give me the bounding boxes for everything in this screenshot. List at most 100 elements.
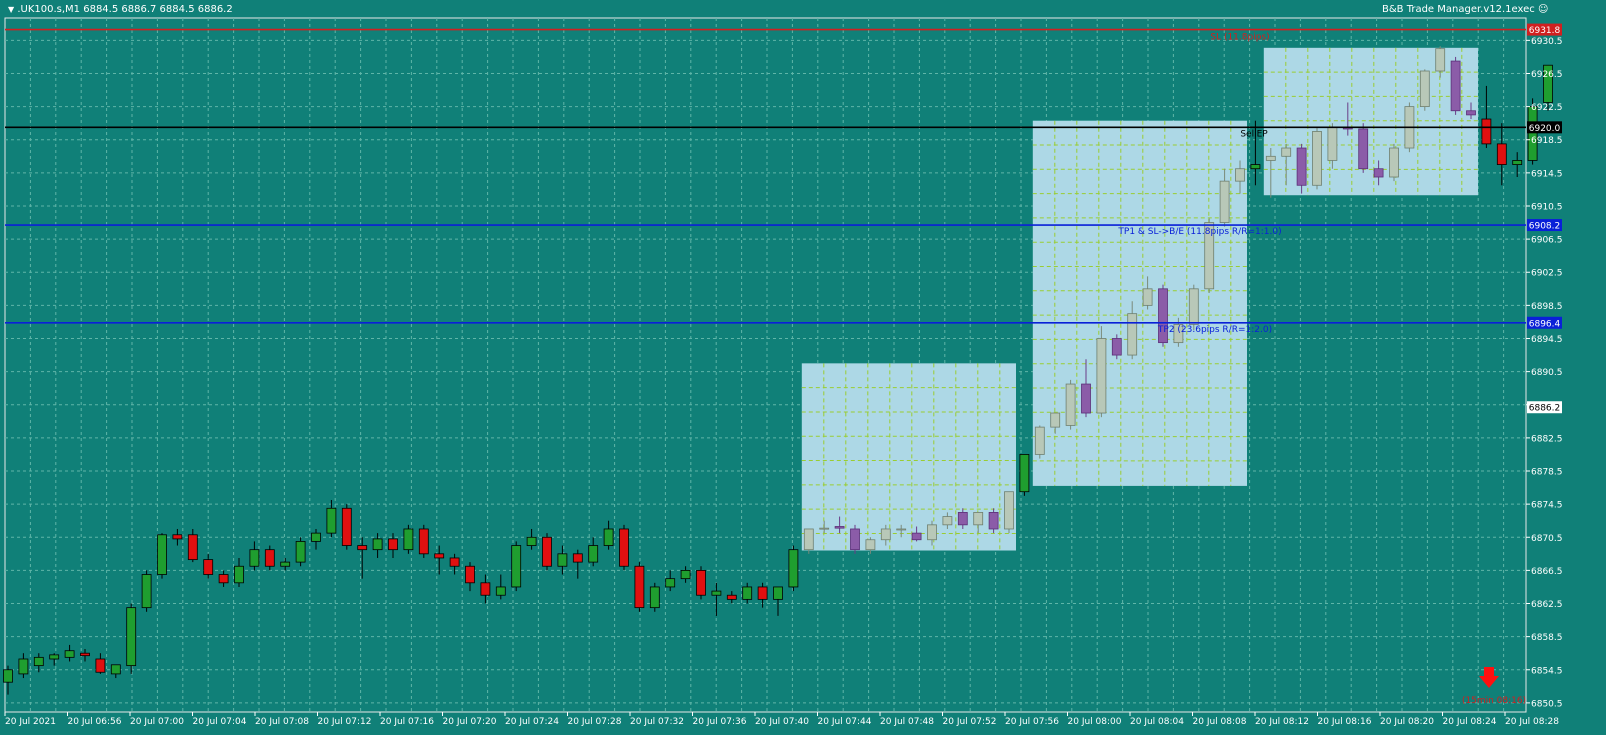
candle[interactable] [511, 541, 522, 592]
candle[interactable] [249, 541, 260, 571]
candle[interactable] [126, 603, 137, 674]
candle[interactable] [1034, 425, 1045, 459]
candle[interactable] [788, 545, 799, 592]
candle[interactable] [773, 586, 783, 616]
time-tick-label: 20 Jul 07:04 [193, 717, 247, 727]
candle[interactable] [726, 591, 737, 604]
candle[interactable] [264, 545, 275, 571]
candle[interactable] [326, 499, 337, 538]
candle[interactable] [603, 520, 614, 550]
candle[interactable] [619, 524, 629, 571]
level-tp1[interactable]: TP1 & SL->B/E (11.8pips R/R=1:1.0) 6908.2 [5, 219, 1562, 237]
candle-body [449, 557, 460, 567]
time-tick-label: 20 Jul 07:40 [755, 717, 809, 727]
candle[interactable] [434, 545, 445, 575]
candle-body [757, 586, 768, 600]
candle[interactable] [465, 562, 475, 592]
candle[interactable] [110, 664, 121, 679]
candle-body [1512, 160, 1523, 165]
level-sl[interactable]: SL (11.8pips) 6931.8 [5, 23, 1562, 43]
candle[interactable] [757, 582, 768, 608]
candle[interactable] [1019, 454, 1030, 496]
candle[interactable] [1312, 127, 1322, 190]
candle-body [742, 586, 753, 600]
candles[interactable] [3, 46, 1553, 695]
candle[interactable] [1096, 326, 1107, 418]
candle[interactable] [172, 528, 183, 546]
candle[interactable] [280, 557, 291, 571]
price-tick-label: 6922.5 [1531, 103, 1563, 113]
candle[interactable] [572, 549, 583, 579]
candle-body [295, 540, 306, 563]
candle-body [357, 545, 368, 551]
price-chart[interactable]: SL (11.8pips) 6931.8 SellEP 6920.0 TP1 & SL-… [0, 0, 1606, 756]
expert-advisor-label[interactable]: B&B Trade Manager.v12.1exec ☺ [1382, 4, 1548, 15]
level-label-entry: SellEP [1240, 129, 1268, 139]
candle[interactable] [742, 582, 753, 604]
candle[interactable] [1065, 379, 1076, 430]
candle-body [850, 528, 860, 551]
candle[interactable] [403, 524, 414, 554]
candle[interactable] [234, 557, 244, 587]
candle-body [218, 574, 229, 584]
candle[interactable] [649, 582, 660, 612]
candle[interactable] [218, 570, 229, 587]
candle[interactable] [157, 533, 167, 579]
chevron-down-icon[interactable]: ▼ [8, 5, 14, 14]
candle[interactable] [711, 582, 722, 616]
candle-body [619, 528, 629, 567]
candle[interactable] [680, 566, 691, 583]
candle[interactable] [1158, 284, 1168, 347]
candle[interactable] [1389, 143, 1399, 182]
candle[interactable] [495, 574, 506, 600]
candle[interactable] [665, 570, 676, 592]
candle[interactable] [542, 533, 552, 571]
candle[interactable] [1496, 123, 1507, 186]
candle[interactable] [449, 553, 460, 575]
candle[interactable] [634, 562, 645, 612]
candle[interactable] [49, 653, 60, 666]
candle[interactable] [850, 524, 860, 554]
candle[interactable] [1481, 85, 1492, 149]
candle-body [1219, 180, 1230, 223]
candle-body [249, 549, 260, 567]
candle[interactable] [295, 537, 306, 567]
candle-body [203, 559, 214, 575]
candle[interactable] [588, 537, 599, 567]
candle-body [819, 527, 830, 530]
level-tp2[interactable]: TP2 (23.6pips R/R=1:2.0) 6896.4 [5, 316, 1562, 335]
candle[interactable] [341, 504, 352, 550]
candle[interactable] [696, 566, 706, 600]
symbol-info[interactable]: ▼ .UK100.s,M1 6884.5 6886.7 6884.5 6886.… [8, 4, 233, 15]
time-tick-label: 20 Jul 07:12 [318, 717, 372, 727]
candle-body [434, 553, 445, 559]
candle[interactable] [1419, 69, 1430, 111]
candle-body [141, 574, 152, 609]
candle[interactable] [865, 537, 876, 554]
candle[interactable] [187, 528, 198, 563]
candle[interactable] [526, 528, 537, 550]
price-tick-label: 6858.5 [1531, 633, 1563, 643]
candle-body [665, 578, 676, 588]
candle[interactable] [1004, 491, 1014, 534]
candle-body [834, 526, 845, 529]
candle[interactable] [418, 524, 429, 558]
price-tick-label: 6910.5 [1531, 202, 1563, 212]
candle[interactable] [80, 649, 90, 662]
price-tick-label: 6870.5 [1531, 534, 1563, 544]
candle[interactable] [1512, 152, 1523, 178]
candle[interactable] [311, 528, 321, 550]
candle[interactable] [203, 553, 214, 579]
candle-body [341, 507, 352, 546]
candle[interactable] [357, 537, 368, 579]
candle[interactable] [141, 570, 152, 612]
candle[interactable] [18, 653, 29, 679]
candle[interactable] [1358, 123, 1369, 173]
candle[interactable] [372, 533, 383, 558]
candle[interactable] [480, 574, 491, 604]
candle[interactable] [95, 653, 106, 674]
candle-body [403, 528, 414, 551]
price-tick-label: 6850.5 [1531, 699, 1563, 709]
candle[interactable] [64, 644, 75, 662]
candle[interactable] [1450, 56, 1461, 115]
